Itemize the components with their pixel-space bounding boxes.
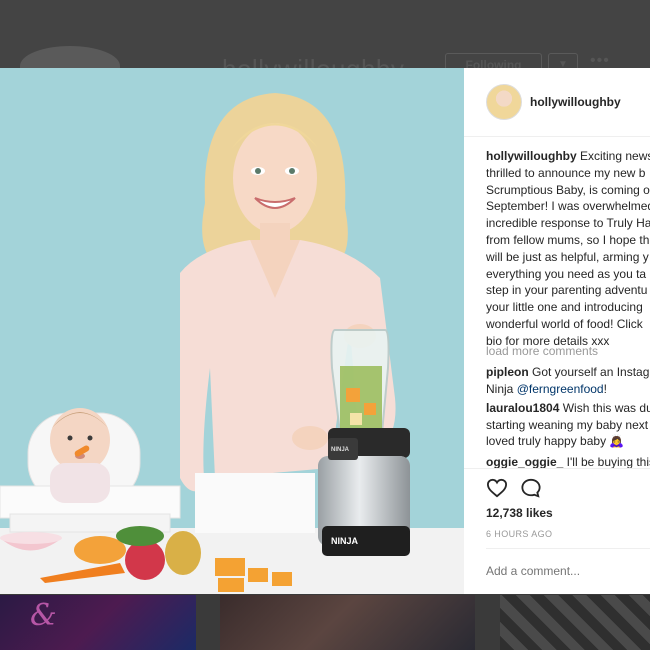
post-author-username[interactable]: hollywilloughby	[530, 95, 621, 109]
caption-line: Scrumptious Baby, is coming o	[486, 182, 650, 197]
grid-thumbnail[interactable]	[500, 595, 650, 650]
ninja-panel-text: NINJA	[331, 447, 350, 453]
caption-line: incredible response to Truly Ha	[486, 216, 650, 231]
comment-text: !	[603, 381, 607, 396]
avatar[interactable]	[486, 84, 522, 120]
comment-item: lauralou1804 Wish this was du starting w…	[486, 400, 650, 450]
post-caption: hollywilloughby Exciting news thrilled t…	[486, 148, 650, 350]
comment-username[interactable]: pipleon	[486, 365, 529, 379]
heart-icon[interactable]	[486, 478, 508, 498]
caption-line: your little one and introducing	[486, 300, 643, 315]
comment-text: loved truly happy baby 🙇‍♀️	[486, 434, 625, 448]
post-photo: NINJA NINJA	[0, 68, 464, 594]
caption-username[interactable]: hollywilloughby	[486, 149, 577, 163]
load-more-comments-link[interactable]: load more comments	[486, 344, 598, 358]
likes-count[interactable]: 12,738 likes	[486, 506, 553, 520]
comment-text: Wish this was du	[559, 401, 650, 415]
post-details-panel: hollywilloughby hollywilloughby Exciting…	[464, 68, 650, 594]
comment-text: starting weaning my baby next	[486, 417, 649, 432]
comment-username[interactable]: lauralou1804	[486, 401, 559, 415]
caption-line: September! I was overwhelmed	[486, 199, 650, 214]
caption-line: step in your parenting adventu	[486, 283, 648, 298]
add-comment-input[interactable]	[486, 564, 646, 578]
mention-link[interactable]: @ferngreenfood	[517, 382, 604, 396]
comment-item: pipleon Got yourself an Instag Ninja @fe…	[486, 364, 650, 397]
ninja-logo-text: NINJA	[331, 536, 359, 546]
comment-username[interactable]: oggie_oggie_	[486, 455, 563, 469]
post-photo-illustration: NINJA NINJA	[0, 68, 464, 594]
caption-line: from fellow mums, so I hope th	[486, 232, 650, 247]
neon-sign-decoration: &	[30, 598, 57, 633]
caption-line: wonderful world of food! Click	[486, 316, 643, 331]
caption-line: Exciting news	[576, 149, 650, 163]
comment-text: I'll be buying this	[563, 455, 650, 469]
comment-icon[interactable]	[520, 478, 542, 498]
caption-line: everything you need as you ta	[486, 266, 647, 281]
grid-thumbnail[interactable]	[220, 595, 475, 650]
comment-text: Ninja	[486, 381, 517, 396]
post-modal: NINJA NINJA hollywilloughby hollywilloug…	[0, 68, 650, 594]
post-timestamp: 6 HOURS AGO	[486, 529, 553, 539]
comment-text: Got yourself an Instag	[528, 365, 650, 379]
caption-line: thrilled to announce my new b	[486, 165, 646, 180]
caption-line: will be just as helpful, arming y	[486, 249, 649, 264]
divider	[486, 548, 650, 549]
